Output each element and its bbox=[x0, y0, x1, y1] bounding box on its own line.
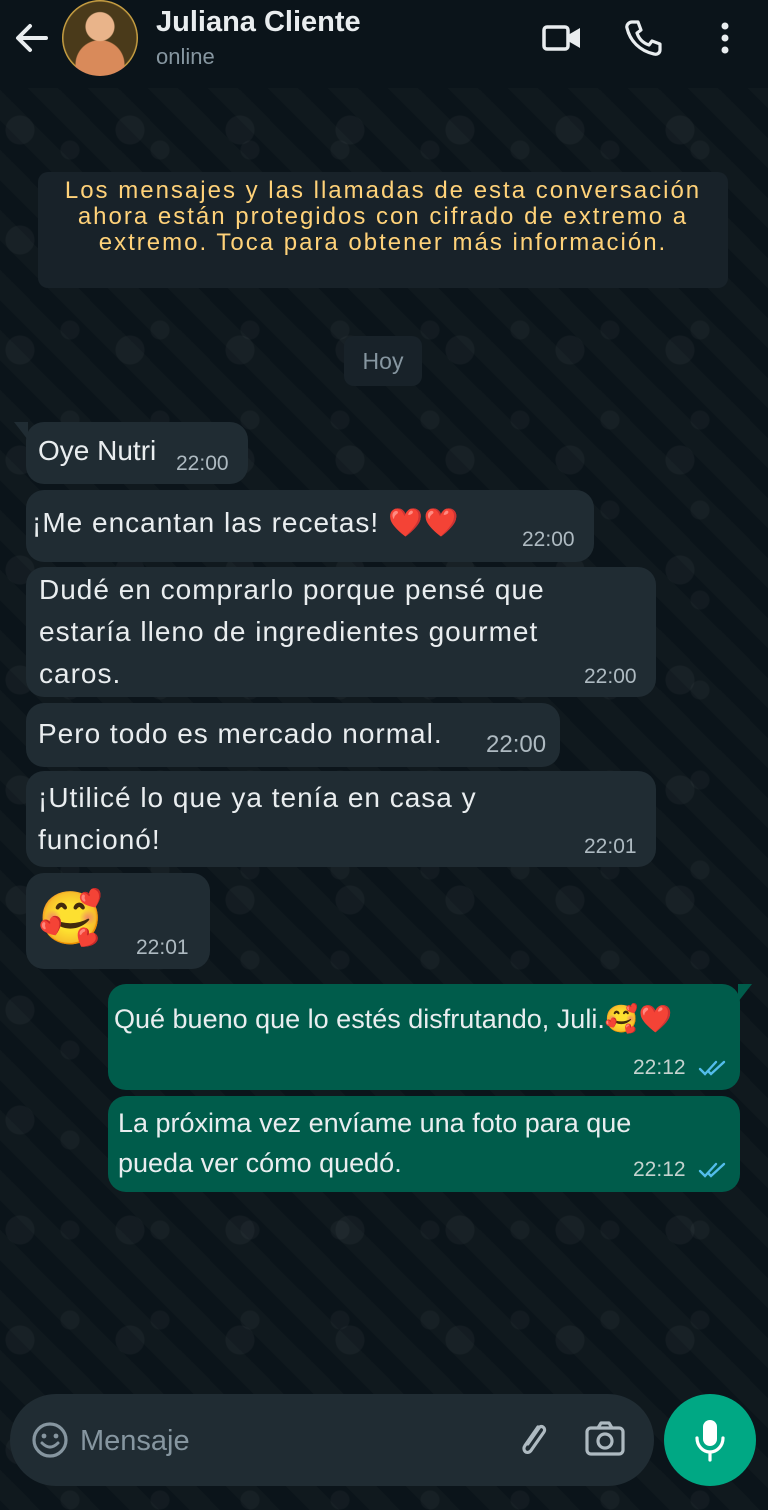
message-time: 22:00 bbox=[584, 665, 637, 688]
message-text-line: La próxima vez envíame una foto para que bbox=[118, 1108, 632, 1138]
message-bubble-incoming[interactable]: Dudé en comprarlo porque pensé que estar… bbox=[26, 567, 656, 697]
message-input[interactable] bbox=[78, 1416, 502, 1466]
video-camera-icon[interactable] bbox=[540, 20, 584, 56]
message-text-line: estaría lleno de ingredientes gourmet bbox=[39, 616, 539, 647]
camera-icon[interactable] bbox=[582, 1416, 628, 1462]
message-bubble-outgoing[interactable]: La próxima vez envíame una foto para que… bbox=[108, 1096, 740, 1192]
message-time: 22:12 bbox=[633, 1158, 686, 1181]
arrow-left-icon[interactable] bbox=[12, 20, 52, 56]
message-bubble-incoming[interactable]: Oye Nutri 22:00 bbox=[14, 422, 248, 484]
message-bubble-incoming[interactable]: ¡Utilicé lo que ya tenía en casa y funci… bbox=[26, 771, 656, 867]
message-time: 22:01 bbox=[584, 835, 637, 858]
contact-name[interactable]: Juliana Cliente bbox=[156, 6, 361, 39]
message-bubble-incoming[interactable]: 🥰 22:01 bbox=[26, 873, 210, 969]
message-bubble-incoming[interactable]: Pero todo es mercado normal. 22:00 bbox=[26, 703, 560, 767]
message-time: 22:12 bbox=[633, 1056, 686, 1079]
message-text-line: pueda ver cómo quedó. bbox=[118, 1148, 402, 1178]
contact-status: online bbox=[156, 44, 215, 69]
smiley-icon[interactable] bbox=[30, 1420, 70, 1460]
paperclip-icon[interactable] bbox=[510, 1416, 556, 1462]
message-text: Oye Nutri bbox=[38, 435, 157, 466]
chat-header: Juliana Cliente online bbox=[0, 0, 768, 88]
encryption-notice[interactable]: Los mensajes y las llamadas de esta conv… bbox=[38, 172, 728, 288]
message-text-line: ¡Utilicé lo que ya tenía en casa y bbox=[38, 782, 477, 813]
microphone-icon bbox=[695, 1420, 725, 1462]
message-text: Qué bueno que lo estés disfrutando, Juli… bbox=[114, 1004, 673, 1034]
message-text-line: Dudé en comprarlo porque pensé que bbox=[39, 574, 545, 605]
message-composer bbox=[10, 1394, 654, 1486]
phone-icon[interactable] bbox=[622, 18, 664, 58]
message-text-line: caros. bbox=[39, 658, 122, 689]
date-separator: Hoy bbox=[344, 336, 422, 386]
read-receipt-icon bbox=[698, 1060, 726, 1076]
more-vertical-icon[interactable] bbox=[712, 18, 738, 58]
message-bubble-outgoing[interactable]: Qué bueno que lo estés disfrutando, Juli… bbox=[108, 984, 752, 1090]
message-time: 22:01 bbox=[136, 936, 189, 959]
read-receipt-icon bbox=[698, 1162, 726, 1178]
emoji-message: 🥰 bbox=[38, 890, 104, 948]
message-time: 22:00 bbox=[176, 452, 229, 475]
message-time: 22:00 bbox=[486, 731, 547, 758]
message-bubble-incoming[interactable]: ¡Me encantan las recetas! ❤️❤️ 22:00 bbox=[26, 490, 594, 562]
message-text-line: funcionó! bbox=[38, 824, 161, 855]
contact-avatar[interactable] bbox=[62, 0, 138, 76]
message-time: 22:00 bbox=[522, 528, 575, 551]
voice-record-button[interactable] bbox=[664, 1394, 756, 1486]
message-text: Pero todo es mercado normal. bbox=[38, 718, 443, 749]
message-text: ¡Me encantan las recetas! ❤️❤️ bbox=[32, 507, 460, 538]
